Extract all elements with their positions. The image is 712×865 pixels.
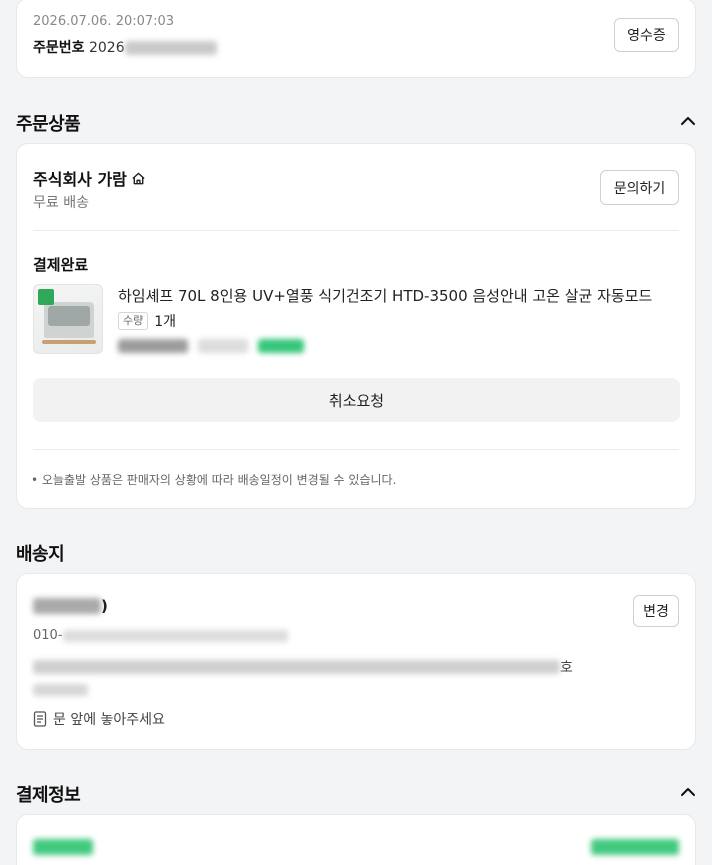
order-items-heading: 주문상품 <box>16 114 81 135</box>
price-redacted <box>118 339 188 353</box>
order-items-card: 주식회사 가람 무료 배송 문의하기 결제완료 하임셰프 70L 8인용 UV+… <box>16 143 696 509</box>
order-number-label: 주문번호 <box>33 40 85 56</box>
seller-name-row[interactable]: 주식회사 가람 <box>33 166 146 190</box>
quantity-badge: 수량 <box>118 312 149 330</box>
chevron-up-icon[interactable] <box>680 784 696 800</box>
delivery-memo-row[interactable]: 문 앞에 놓아주세요 <box>33 709 165 729</box>
address-suffix: 호 <box>560 660 573 676</box>
divider <box>33 449 679 450</box>
quantity-value: 1개 <box>154 314 177 330</box>
seller-name: 주식회사 가람 <box>33 170 127 189</box>
inquiry-button[interactable]: 문의하기 <box>600 170 679 205</box>
payment-heading: 결제정보 <box>16 785 81 806</box>
receipt-button[interactable]: 영수증 <box>614 18 679 52</box>
address-line-1: 호 <box>33 657 573 677</box>
order-datetime: 2026.07.06. 20:07:03 <box>33 14 175 29</box>
thumbnail-dryer-window <box>48 306 90 326</box>
payment-label-redacted <box>33 839 93 855</box>
delivery-memo: 문 앞에 놓아주세요 <box>53 712 165 728</box>
order-number-row: 주문번호 2026 <box>33 37 217 57</box>
store-home-icon <box>132 172 145 184</box>
quantity-row: 수량 1개 <box>118 311 176 331</box>
phone-redacted <box>62 629 288 642</box>
recipient-name-redacted <box>33 598 101 614</box>
delivery-card: ) 변경 010- 호 문 앞에 놓아주세요 <box>16 573 696 750</box>
order-number-value: 2026 <box>88 40 125 56</box>
recipient-name-row: ) <box>33 597 108 615</box>
original-price-redacted <box>198 339 248 353</box>
chevron-up-icon[interactable] <box>680 113 696 129</box>
delivery-heading: 배송지 <box>16 544 65 565</box>
shipping-notice: • 오늘출발 상품은 판매자의 상황에 따라 배송일정이 변경될 수 있습니다. <box>31 473 397 487</box>
cancel-request-button[interactable]: 취소요청 <box>33 378 680 422</box>
order-summary-card: 2026.07.06. 20:07:03 주문번호 2026 영수증 <box>16 0 696 78</box>
thumbnail-green-badge <box>38 289 54 305</box>
change-address-button[interactable]: 변경 <box>633 595 679 627</box>
phone-row: 010- <box>33 628 288 643</box>
address-line-2 <box>33 679 88 698</box>
address-redacted <box>33 660 560 674</box>
divider <box>33 230 679 231</box>
thumbnail-base <box>42 340 96 344</box>
memo-icon <box>33 711 47 727</box>
recipient-name-suffix: ) <box>101 597 108 615</box>
product-thumbnail[interactable] <box>33 284 103 354</box>
order-number-redacted <box>124 41 217 55</box>
discount-badge-redacted <box>258 339 304 353</box>
product-title[interactable]: 하임셰프 70L 8인용 UV+열풍 식기건조기 HTD-3500 음성안내 고… <box>118 285 688 306</box>
price-row <box>118 339 304 353</box>
payment-total-row <box>33 839 679 855</box>
shipping-fee: 무료 배송 <box>33 195 89 211</box>
payment-amount-redacted <box>591 839 679 855</box>
phone-prefix: 010- <box>33 628 63 643</box>
payment-status: 결제완료 <box>33 256 89 274</box>
payment-card <box>16 814 696 865</box>
postal-code-redacted <box>33 683 88 696</box>
